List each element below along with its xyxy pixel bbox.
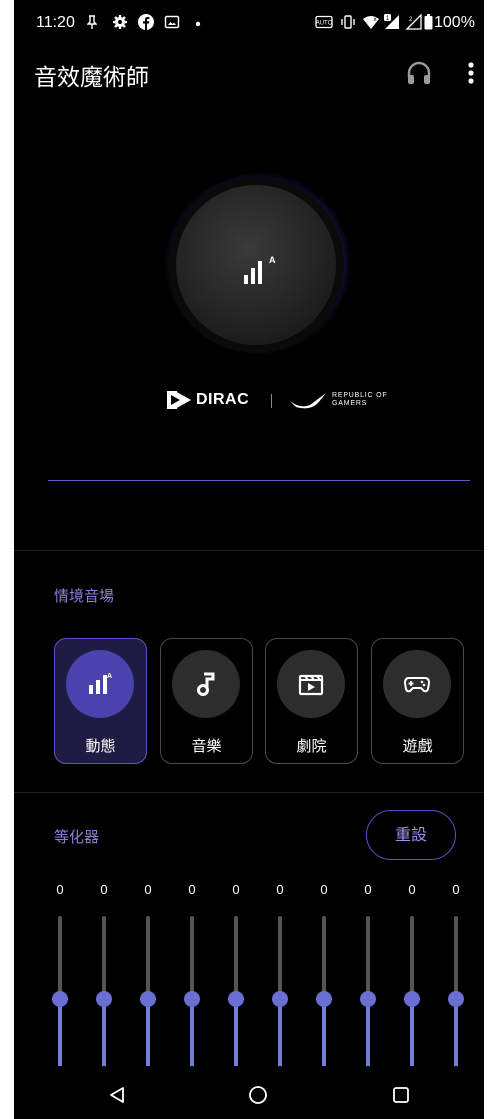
- eq-slider-thumb[interactable]: [52, 991, 68, 1007]
- mode-icon-circle: A: [66, 650, 134, 718]
- gamepad-icon: [403, 677, 431, 693]
- signal-1-icon: 1: [384, 14, 399, 29]
- system-nav-bar: [14, 1068, 484, 1119]
- eq-slider-thumb[interactable]: [228, 991, 244, 1007]
- svg-text:x: x: [373, 16, 377, 23]
- eq-slider-fill: [102, 999, 106, 1066]
- vibrate-icon: [341, 15, 355, 29]
- auto-brightness-icon: AUTO: [315, 15, 333, 29]
- eq-band-value: 0: [276, 882, 284, 897]
- auto-badge: A: [269, 255, 276, 265]
- gallery-icon: [164, 15, 180, 29]
- signal-2-icon: 2: [405, 14, 422, 30]
- more-vert-icon[interactable]: [466, 60, 476, 86]
- notification-dot-icon: [195, 21, 201, 27]
- section-divider: [14, 792, 484, 793]
- eq-band-value: 0: [320, 882, 328, 897]
- app-screen: 11:20 AUTO x 1 2 100% 音效魔術師 A DIRAC REPU…: [14, 0, 484, 1119]
- eq-slider-fill: [190, 999, 194, 1066]
- eq-slider-fill: [278, 999, 282, 1066]
- eq-slider-thumb[interactable]: [184, 991, 200, 1007]
- svg-text:A: A: [107, 673, 112, 680]
- eq-slider-fill: [146, 999, 150, 1066]
- equalizer-auto-icon: A: [89, 673, 112, 694]
- settings-gear-icon: [113, 15, 127, 29]
- eq-slider-fill: [454, 999, 458, 1066]
- mode-label: 遊戲: [402, 737, 433, 755]
- hero-divider: [48, 480, 470, 481]
- mode-icon-circle: [172, 650, 240, 718]
- reset-button[interactable]: 重設: [366, 810, 456, 860]
- eq-band-value: 0: [452, 882, 460, 897]
- mode-card-theater[interactable]: 劇院: [265, 638, 358, 764]
- svg-text:2: 2: [409, 17, 413, 23]
- section-divider: [14, 550, 484, 551]
- dirac-logo-icon: [167, 391, 191, 409]
- mode-label: 劇院: [296, 737, 327, 755]
- mode-icon-circle: [277, 650, 345, 718]
- mode-card-dynamic[interactable]: A 動態: [54, 638, 147, 764]
- eq-band-value: 0: [144, 882, 152, 897]
- eq-slider-fill: [58, 999, 62, 1066]
- eq-band-value: 0: [100, 882, 108, 897]
- eq-slider-fill: [366, 999, 370, 1066]
- eq-slider-thumb[interactable]: [96, 991, 112, 1007]
- brand-logos: DIRAC REPUBLIC OF GAMERS: [166, 388, 406, 416]
- movie-clapper-icon: [298, 674, 324, 696]
- mode-label: 音樂: [191, 737, 222, 755]
- eq-band-value: 0: [56, 882, 64, 897]
- mode-card-game[interactable]: 遊戲: [371, 638, 464, 764]
- headphones-icon[interactable]: [406, 60, 432, 86]
- recents-icon[interactable]: [392, 1086, 410, 1104]
- wifi-icon: x: [363, 16, 379, 29]
- sound-mode-orb[interactable]: A: [149, 155, 364, 370]
- status-bar: 11:20 AUTO x 1 2 100%: [14, 0, 484, 44]
- svg-text:AUTO: AUTO: [316, 21, 333, 27]
- facebook-icon: [138, 14, 154, 30]
- logo-separator: [271, 394, 272, 408]
- eq-band-value: 0: [188, 882, 196, 897]
- eq-band-value: 0: [408, 882, 416, 897]
- rog-logo-text: REPUBLIC OF GAMERS: [332, 392, 388, 407]
- eq-band-value: 0: [232, 882, 240, 897]
- equalizer-section-label: 等化器: [54, 828, 100, 846]
- pin-icon: [87, 15, 97, 29]
- eq-slider-thumb[interactable]: [360, 991, 376, 1007]
- scenario-section-label: 情境音場: [54, 587, 115, 605]
- eq-slider-thumb[interactable]: [272, 991, 288, 1007]
- eq-slider-thumb[interactable]: [140, 991, 156, 1007]
- battery-icon: [424, 14, 433, 30]
- mode-card-music[interactable]: 音樂: [160, 638, 253, 764]
- battery-percent: 100%: [434, 14, 475, 31]
- eq-slider-thumb[interactable]: [448, 991, 464, 1007]
- eq-slider-thumb[interactable]: [404, 991, 420, 1007]
- eq-slider-fill: [410, 999, 414, 1066]
- back-icon[interactable]: [108, 1086, 126, 1104]
- music-note-icon: [197, 672, 215, 696]
- eq-slider-fill: [322, 999, 326, 1066]
- eq-slider-fill: [234, 999, 238, 1066]
- home-icon[interactable]: [248, 1085, 268, 1105]
- mode-label: 動態: [85, 737, 116, 755]
- eq-slider-thumb[interactable]: [316, 991, 332, 1007]
- page-title: 音效魔術師: [34, 65, 149, 91]
- status-time: 11:20: [36, 14, 75, 31]
- eq-band-value: 0: [364, 882, 372, 897]
- rog-logo-icon: [290, 393, 326, 409]
- dirac-logo-text: DIRAC: [196, 391, 250, 408]
- mode-icon-circle: [383, 650, 451, 718]
